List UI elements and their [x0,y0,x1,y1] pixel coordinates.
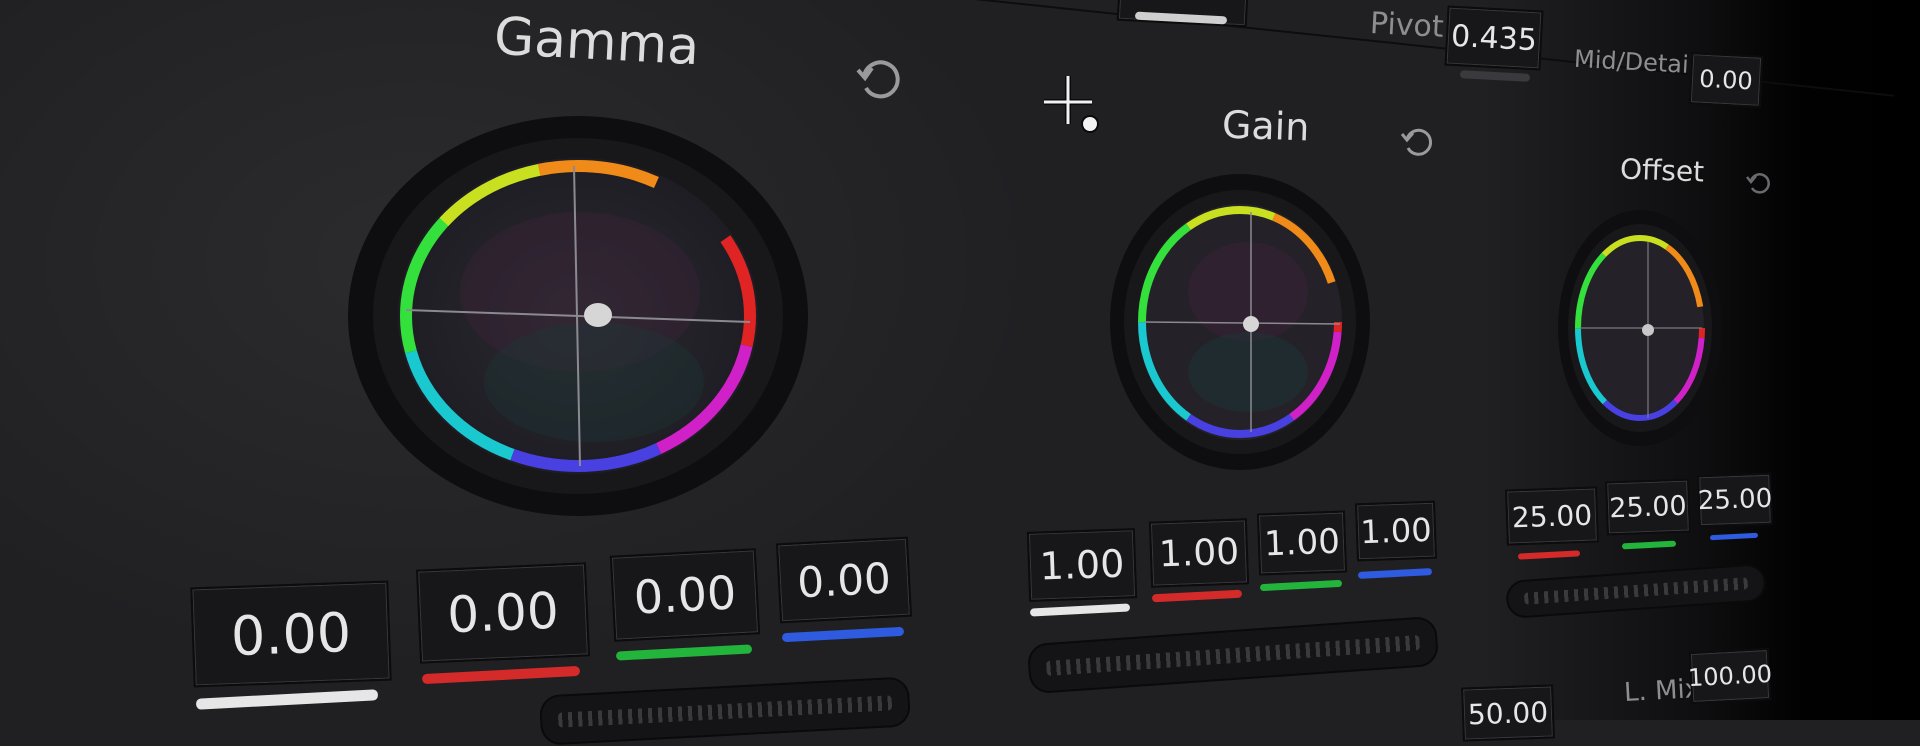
gain-color-wheel[interactable] [1108,172,1372,472]
offset-blue-bar [1709,532,1759,541]
pivot-field[interactable]: 0.435 [1444,5,1544,71]
color-picker-crosshair-icon[interactable] [1040,74,1104,138]
gamma-title: Gamma [492,6,701,78]
gain-title: Gain [1221,102,1311,150]
gain-red-bar [1151,589,1243,603]
offset-green-bar [1621,540,1677,550]
gain-red-field[interactable]: 1.00 [1148,518,1250,588]
offset-reset-icon[interactable] [1744,168,1774,198]
gain-master-field[interactable]: 1.00 [1026,528,1138,602]
gamma-green-field[interactable]: 0.00 [609,548,761,642]
offset-color-wheel[interactable] [1556,208,1724,448]
gain-green-field[interactable]: 1.00 [1256,510,1348,576]
gamma-blue-bar [781,626,905,643]
lmix-field[interactable]: 100.00 [1687,647,1773,705]
bottom-partial-field[interactable]: 50.00 [1461,684,1555,742]
middetail-field[interactable]: 0.00 [1688,52,1764,108]
middetail-label: Mid/Detail [1573,44,1697,80]
gamma-reset-icon[interactable] [852,52,908,108]
gamma-master-field[interactable]: 0.00 [190,580,392,688]
gain-blue-bar [1357,568,1433,579]
gain-reset-icon[interactable] [1398,122,1438,162]
gamma-blue-field[interactable]: 0.00 [775,536,913,624]
gain-green-bar [1259,579,1343,592]
gain-master-bar [1029,603,1131,617]
gain-blue-field[interactable]: 1.00 [1355,500,1437,562]
gamma-red-bar [421,665,581,685]
offset-red-field[interactable]: 25.00 [1505,486,1599,546]
pivot-slider [1459,70,1531,82]
offset-blue-field[interactable]: 25.00 [1697,472,1773,528]
gain-master-wheel-jog[interactable] [1026,615,1440,695]
offset-green-field[interactable]: 25.00 [1605,478,1691,536]
gamma-red-field[interactable]: 0.00 [416,562,590,664]
gamma-master-bar [195,689,379,710]
pivot-label: Pivot [1369,6,1445,45]
offset-master-wheel-jog[interactable] [1504,562,1768,620]
gamma-color-wheel[interactable] [344,112,812,520]
gamma-master-wheel-jog[interactable] [538,676,912,746]
gamma-green-bar [615,644,753,661]
offset-title: Offset [1619,152,1705,189]
offset-red-bar [1517,550,1581,560]
